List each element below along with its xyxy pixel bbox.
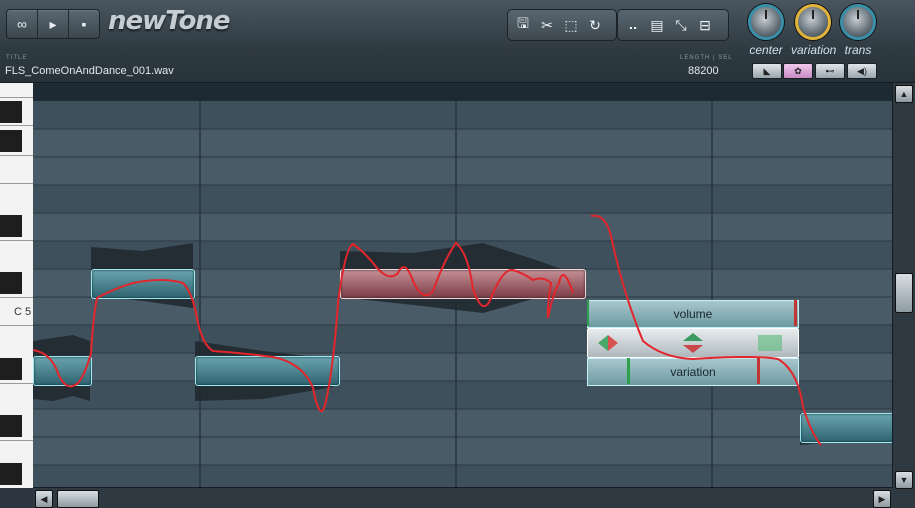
loop-button[interactable]: ∞	[7, 10, 38, 38]
horizontal-scrollbar[interactable]: ◀ ▶	[33, 487, 893, 508]
infinity-icon: ∞	[17, 16, 27, 32]
title-caption: TITLE	[6, 55, 28, 61]
save-plus-icon[interactable]: ▤	[648, 17, 666, 34]
cursor-slice-icon[interactable]: ⤡	[672, 17, 690, 34]
pitch-mode-button[interactable]: ✿	[783, 63, 813, 79]
vertical-scroll-thumb[interactable]	[895, 273, 913, 313]
length-caption: LENGTH | SEL	[680, 55, 733, 61]
slice-mode-button[interactable]: ◣	[752, 63, 782, 79]
note-grid[interactable]: volume variation	[33, 83, 893, 488]
scroll-right-button[interactable]: ▶	[873, 490, 891, 508]
trans-knob-group: trans	[836, 4, 880, 57]
save-icon[interactable]: 🖫	[514, 13, 532, 37]
center-knob-group: center	[744, 4, 788, 57]
scroll-up-button[interactable]: ▲	[895, 85, 913, 103]
arrow-right-icon: ▶	[878, 493, 886, 504]
cut-icon[interactable]: ✂	[538, 17, 556, 34]
arrow-up-icon: ▲	[899, 89, 909, 99]
arrow-down-icon: ▼	[899, 475, 909, 485]
staircase-icon[interactable]: ⠤	[624, 17, 642, 34]
variation-knob-group: variation	[791, 4, 837, 57]
select-icon[interactable]: ⬚	[562, 17, 580, 34]
header-bar: ∞ ▸ ▪ newTone TITLE FLS_ComeOnAndDance_0…	[0, 0, 915, 83]
trans-label: trans	[844, 43, 872, 57]
resize-icon[interactable]: ⊟	[696, 17, 714, 34]
center-knob[interactable]	[748, 4, 784, 40]
stop-button[interactable]: ▪	[69, 10, 99, 38]
play-button[interactable]: ▸	[38, 10, 69, 38]
trans-knob[interactable]	[840, 4, 876, 40]
link-mode-icon: ⊷	[825, 66, 835, 76]
slice-mode-icon: ◣	[763, 66, 771, 76]
vertical-scrollbar[interactable]: ▲ ▼	[892, 83, 915, 508]
pitch-curve[interactable]	[33, 83, 893, 488]
scroll-down-button[interactable]: ▼	[895, 471, 913, 489]
pitch-mode-icon: ✿	[794, 66, 802, 76]
center-label: center	[749, 43, 783, 57]
undo-icon[interactable]: ↻	[586, 17, 604, 34]
app-logo: newTone	[108, 6, 231, 36]
scroll-left-button[interactable]: ◀	[35, 490, 53, 508]
horizontal-scroll-thumb[interactable]	[57, 490, 99, 508]
pitch-editor: C 5 volume variation ▲ ▼ ◀ ▶	[0, 83, 915, 508]
length-value: 88200	[688, 65, 719, 77]
piano-keyboard[interactable]: C 5	[0, 83, 33, 488]
play-icon: ▸	[49, 15, 57, 32]
stop-icon: ▪	[81, 16, 87, 32]
variation-knob[interactable]	[795, 4, 831, 40]
link-mode-button[interactable]: ⊷	[815, 63, 845, 79]
file-title: FLS_ComeOnAndDance_001.wav	[5, 65, 174, 77]
variation-label: variation	[791, 43, 837, 57]
c5-label: C 5	[14, 306, 32, 318]
tools-toolbar: ⠤ ▤ ⤡ ⊟	[617, 9, 729, 41]
arrow-left-icon: ◀	[40, 493, 48, 504]
audio-mode-icon: ◀)	[857, 66, 867, 76]
audio-mode-button[interactable]: ◀)	[847, 63, 877, 79]
edit-toolbar: 🖫 ✂ ⬚ ↻	[507, 9, 617, 41]
transport-group: ∞ ▸ ▪	[6, 9, 100, 39]
